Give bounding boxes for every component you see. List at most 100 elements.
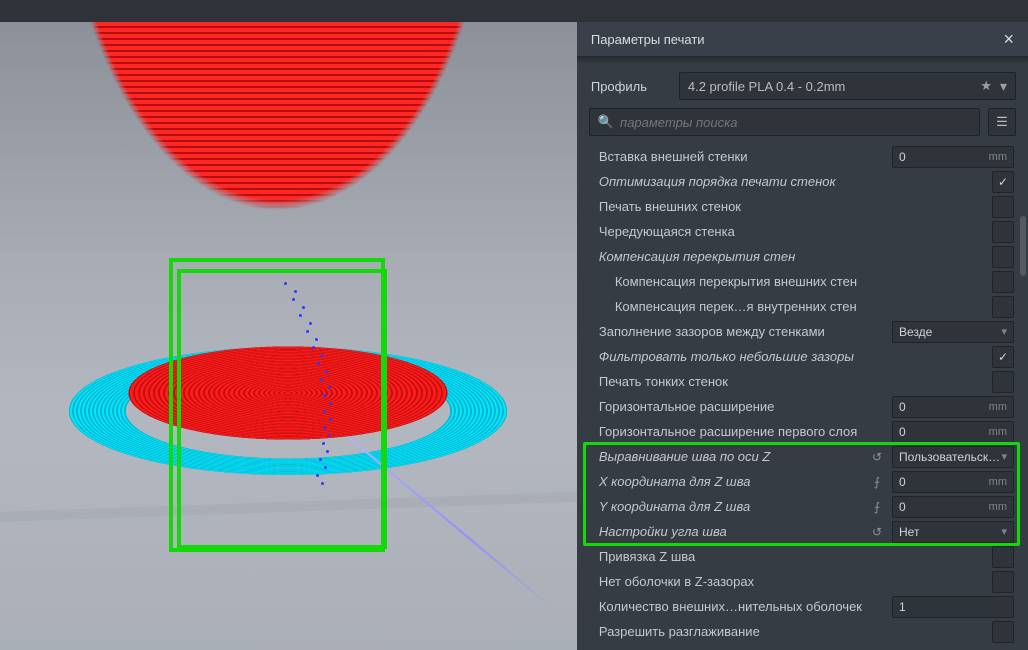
setting-row-comp_overlap_in: Компенсация перек…я внутренних стен: [581, 294, 1024, 319]
chevron-down-icon[interactable]: ▾: [1000, 78, 1007, 95]
dropdown-value: Везде: [899, 325, 1001, 339]
setting-label: Компенсация перекрытия стен: [599, 249, 962, 264]
close-icon[interactable]: ×: [996, 29, 1014, 50]
number-input[interactable]: mm: [892, 146, 1014, 168]
highlight-rect-inner: [177, 269, 387, 549]
setting-row-z_seam_y: Y координата для Z шва ⨍ mm: [581, 494, 1024, 519]
profile-value[interactable]: [688, 79, 974, 94]
setting-label: Количество внешних…нительных оболочек: [599, 599, 862, 614]
setting-control: mm: [892, 146, 1014, 168]
setting-control: [992, 621, 1014, 643]
settings-list[interactable]: Вставка внешней стенки mm Оптимизация поря…: [577, 142, 1028, 650]
checkbox[interactable]: ✓: [992, 171, 1014, 193]
number-input[interactable]: mm: [892, 396, 1014, 418]
dropdown[interactable]: Пользовательский▾: [892, 446, 1014, 468]
checkbox[interactable]: [992, 546, 1014, 568]
profile-dropdown[interactable]: ★ ▾: [679, 72, 1016, 100]
number-field[interactable]: [893, 425, 989, 439]
checkbox[interactable]: [992, 271, 1014, 293]
setting-control: ✓: [992, 346, 1014, 368]
setting-label: X координата для Z шва: [599, 474, 862, 489]
number-field[interactable]: [893, 475, 989, 489]
checkbox[interactable]: [992, 371, 1014, 393]
number-field[interactable]: [893, 600, 1007, 614]
reset-icon[interactable]: ↺: [868, 525, 886, 539]
dropdown-value: Пользовательский: [899, 450, 1001, 464]
setting-row-seam_corner: Настройки угла шва↺Нет▾: [581, 519, 1024, 544]
checkbox[interactable]: [992, 621, 1014, 643]
checkbox[interactable]: ✓: [992, 346, 1014, 368]
number-input[interactable]: mm: [892, 421, 1014, 443]
dropdown[interactable]: Нет▾: [892, 521, 1014, 543]
dropdown-value: Нет: [899, 525, 1001, 539]
setting-row-outer_wall_inset: Вставка внешней стенки mm: [581, 144, 1024, 169]
setting-row-comp_overlap: Компенсация перекрытия стен: [581, 244, 1024, 269]
number-field[interactable]: [893, 150, 989, 164]
setting-row-outer_before_inner: Печать внешних стенок: [581, 194, 1024, 219]
setting-label: Компенсация перекрытия внешних стен: [615, 274, 962, 289]
setting-row-z_seam_align: Выравнивание шва по оси Z ↺ Пользовательск…: [581, 444, 1024, 469]
setting-control: mm: [892, 421, 1014, 443]
setting-label: Горизонтальное расширение первого слоя: [599, 424, 862, 439]
chevron-down-icon: ▾: [1001, 450, 1007, 463]
setting-control: [992, 371, 1014, 393]
setting-control: [992, 546, 1014, 568]
setting-row-ironing: Разрешить разглаживание: [581, 619, 1024, 644]
search-input-wrap[interactable]: 🔍: [589, 108, 980, 136]
checkbox[interactable]: [992, 571, 1014, 593]
star-icon[interactable]: ★: [980, 78, 992, 94]
dropdown[interactable]: Везде▾: [892, 321, 1014, 343]
setting-control: [992, 196, 1014, 218]
setting-label: Привязка Z шва: [599, 549, 962, 564]
checkbox[interactable]: [992, 296, 1014, 318]
setting-label: Печать внешних стенок: [599, 199, 962, 214]
checkbox[interactable]: [992, 221, 1014, 243]
search-input[interactable]: [620, 115, 971, 130]
setting-label: Y координата для Z шва: [599, 499, 862, 514]
setting-row-z_seam_x: X координата для Z шва ⨍ mm: [581, 469, 1024, 494]
viewport-3d[interactable]: [0, 22, 577, 650]
number-input[interactable]: [892, 596, 1014, 618]
chevron-down-icon: ▾: [1001, 525, 1007, 538]
unit-label: mm: [989, 426, 1013, 438]
number-field[interactable]: [893, 500, 989, 514]
profile-row: Профиль ★ ▾: [577, 64, 1028, 108]
setting-label: Разрешить разглаживание: [599, 624, 962, 639]
formula-icon[interactable]: ⨍: [868, 475, 886, 489]
setting-label: Чередующаяся стенка: [599, 224, 962, 239]
setting-label: Вставка внешней стенки: [599, 149, 862, 164]
reset-icon[interactable]: ↺: [868, 450, 886, 464]
setting-control: mm: [892, 396, 1014, 418]
formula-icon[interactable]: ⨍: [868, 500, 886, 514]
setting-row-alternate_wall: Чередующаяся стенка: [581, 219, 1024, 244]
setting-control: [992, 221, 1014, 243]
setting-control: Пользовательский▾: [892, 446, 1014, 468]
number-input[interactable]: mm: [892, 496, 1014, 518]
chevron-down-icon: ▾: [1001, 325, 1007, 338]
setting-control: Везде▾: [892, 321, 1014, 343]
checkbox[interactable]: [992, 196, 1014, 218]
setting-control: mm: [892, 471, 1014, 493]
unit-label: mm: [989, 476, 1013, 488]
setting-row-extra_skin_walls: Количество внешних…нительных оболочек: [581, 594, 1024, 619]
setting-control: [992, 571, 1014, 593]
setting-label: Нет оболочки в Z-зазорах: [599, 574, 962, 589]
content: Параметры печати × Профиль ★ ▾ 🔍 ☰ Встав…: [0, 22, 1028, 650]
hamburger-button[interactable]: ☰: [988, 108, 1016, 136]
setting-row-comp_overlap_out: Компенсация перекрытия внешних стен: [581, 269, 1024, 294]
number-field[interactable]: [893, 400, 989, 414]
number-input[interactable]: mm: [892, 471, 1014, 493]
setting-row-optimize_order: Оптимизация порядка печати стенок✓: [581, 169, 1024, 194]
setting-control: [992, 271, 1014, 293]
search-row: 🔍 ☰: [577, 108, 1028, 142]
setting-row-no_skin_z: Нет оболочки в Z-зазорах: [581, 569, 1024, 594]
checkbox[interactable]: [992, 246, 1014, 268]
panel-title-bar: Параметры печати ×: [577, 22, 1028, 56]
search-icon: 🔍: [598, 114, 614, 130]
setting-label: Выравнивание шва по оси Z: [599, 449, 862, 464]
setting-row-h_expand_first: Горизонтальное расширение первого слоя mm: [581, 419, 1024, 444]
setting-row-thin_walls: Печать тонких стенок: [581, 369, 1024, 394]
setting-label: Печать тонких стенок: [599, 374, 962, 389]
unit-label: mm: [989, 151, 1013, 163]
scrollbar[interactable]: [1020, 216, 1026, 276]
